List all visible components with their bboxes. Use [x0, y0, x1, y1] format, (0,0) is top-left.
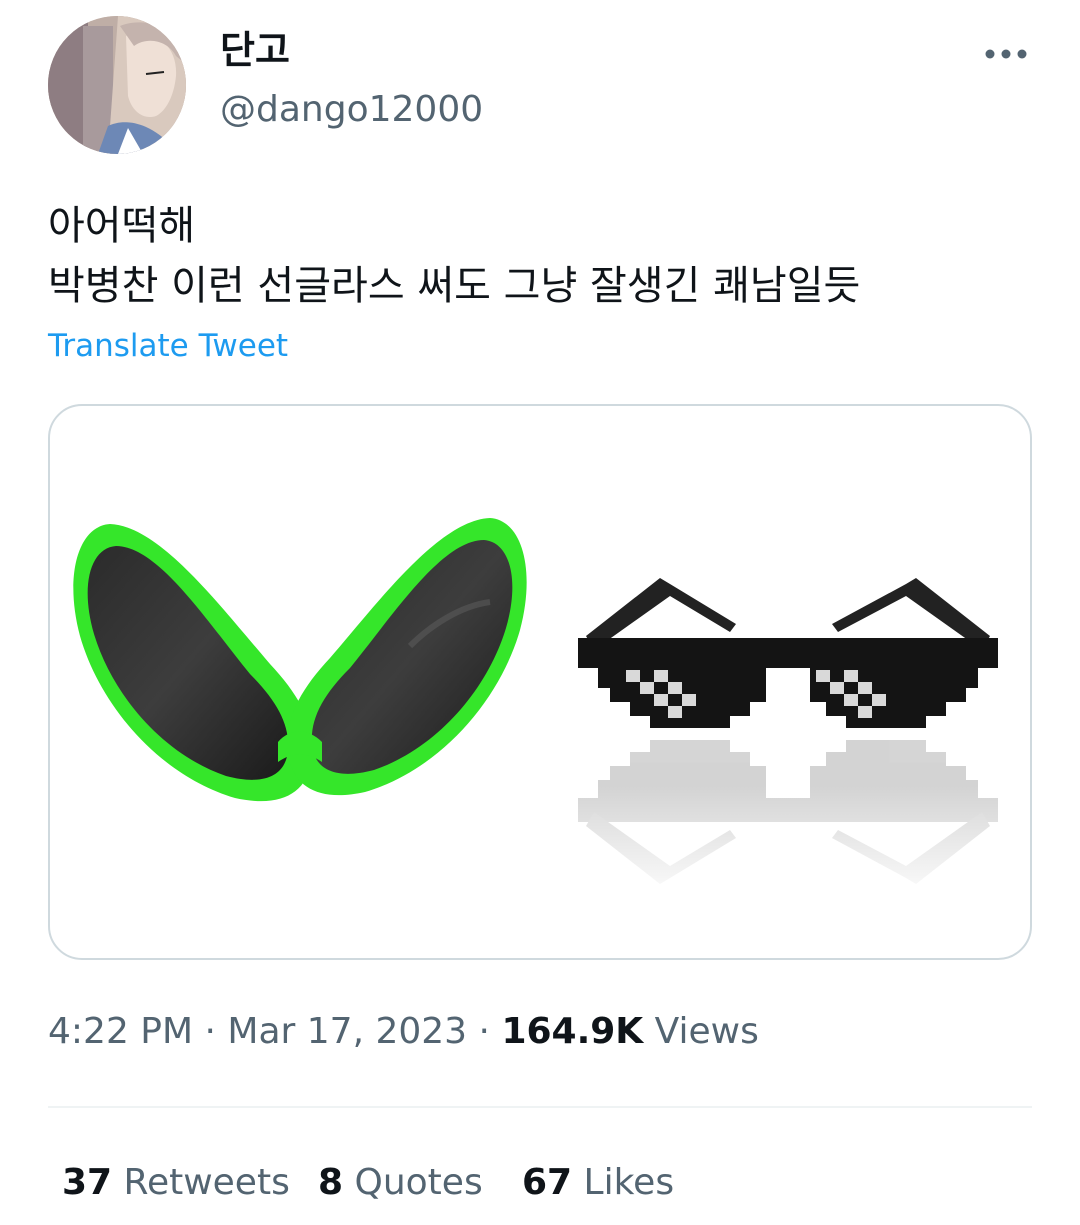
- quotes-count: 8: [318, 1162, 344, 1203]
- more-options-button[interactable]: [980, 36, 1032, 72]
- likes-count: 67: [522, 1162, 573, 1203]
- retweets-count: 37: [62, 1162, 113, 1203]
- retweets-stat[interactable]: 37 Retweets: [62, 1158, 290, 1208]
- avatar-image: [48, 16, 186, 154]
- likes-stat[interactable]: 67 Likes: [522, 1158, 674, 1208]
- views-count: 164.9K: [501, 1011, 644, 1052]
- sunglasses-photo: [73, 518, 1010, 906]
- meta-separator: ·: [467, 1011, 502, 1052]
- display-name[interactable]: 단고: [220, 26, 290, 74]
- pixel-sunglasses: [578, 578, 998, 728]
- tweet-text-line: 아어떡해: [48, 203, 196, 249]
- tweet-meta: 4:22 PM · Mar 17, 2023 · 164.9K Views: [48, 1008, 759, 1056]
- views-label: Views: [643, 1011, 759, 1052]
- likes-label: Likes: [572, 1162, 675, 1203]
- quotes-stat[interactable]: 8 Quotes: [318, 1158, 483, 1208]
- tweet-time[interactable]: 4:22 PM: [48, 1011, 193, 1052]
- tweet-text: 아어떡해 박병찬 이런 선글라스 써도 그냥 잘생긴 쾌남일듯: [48, 196, 1038, 316]
- divider: [48, 1106, 1032, 1108]
- retweets-label: Retweets: [112, 1162, 290, 1203]
- translate-tweet-link[interactable]: Translate Tweet: [48, 324, 288, 368]
- tweet-media-image[interactable]: [48, 404, 1032, 960]
- more-horizontal-icon: [985, 49, 1027, 59]
- alien-sunglasses: [73, 518, 527, 802]
- tweet-text-line: 박병찬 이런 선글라스 써도 그냥 잘생긴 쾌남일듯: [48, 263, 861, 309]
- tweet-date[interactable]: Mar 17, 2023: [227, 1011, 467, 1052]
- avatar[interactable]: [48, 16, 186, 154]
- meta-separator: ·: [193, 1011, 228, 1052]
- user-handle[interactable]: @dango12000: [220, 86, 483, 134]
- quotes-label: Quotes: [343, 1162, 483, 1203]
